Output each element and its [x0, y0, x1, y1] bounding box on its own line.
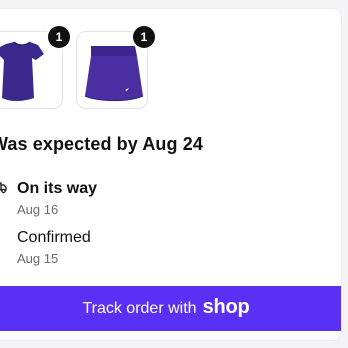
order-status-card: 1 1 Was expected by Aug 24 On its way Au… [0, 8, 342, 341]
track-order-label: Track order with [82, 299, 197, 317]
quantity-badge: 1 [46, 24, 72, 50]
skirt-thumbnail[interactable]: 1 [76, 24, 157, 109]
timeline-status-on-its-way: On its way [17, 180, 98, 197]
shirt-thumbnail[interactable]: 1 [0, 24, 72, 109]
quantity-badge: 1 [131, 24, 157, 50]
truck-icon [0, 179, 8, 200]
track-order-button[interactable]: Track order with shop [0, 286, 341, 331]
timeline-date: Aug 16 [17, 202, 59, 217]
timeline-status-confirmed: Confirmed [17, 229, 91, 246]
shop-logo: shop [202, 296, 250, 318]
delivery-expected-heading: Was expected by Aug 24 [0, 134, 203, 154]
timeline-date: Aug 15 [17, 251, 59, 266]
